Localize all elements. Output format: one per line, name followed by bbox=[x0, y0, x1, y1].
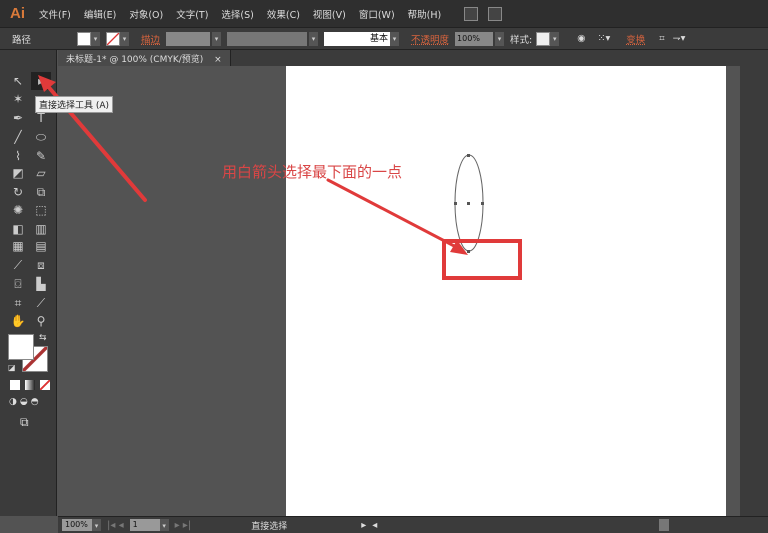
horizontal-scroll-thumb[interactable] bbox=[659, 519, 670, 531]
page-dropdown[interactable]: ▾ bbox=[159, 519, 169, 531]
zoom-field[interactable]: 100% bbox=[62, 519, 92, 531]
status-bar: 100% ▾ |◂ ◂ 1 ▾ ▸ ▸| 直接选择 ▸ ◂ bbox=[58, 516, 768, 533]
anchor-point-bottom[interactable] bbox=[467, 250, 470, 253]
first-prev-page-icons[interactable]: |◂ ◂ bbox=[107, 520, 124, 531]
annotation-overlay bbox=[38, 75, 522, 280]
tool-tooltip: 直接选择工具 (A) bbox=[35, 96, 114, 113]
anchor-point[interactable] bbox=[481, 202, 484, 205]
status-menu-icon[interactable]: ▸ bbox=[361, 520, 366, 531]
page-field[interactable]: 1 bbox=[129, 519, 160, 531]
anchor-point[interactable] bbox=[454, 202, 457, 205]
anchor-point[interactable] bbox=[467, 154, 470, 157]
arrow-head bbox=[38, 75, 56, 92]
scroll-left-icon[interactable]: ◂ bbox=[372, 520, 377, 531]
annotation-text: 用白箭头选择最下面的一点 bbox=[222, 163, 403, 181]
current-tool-status: 直接选择 bbox=[251, 521, 288, 532]
next-last-page-icons[interactable]: ▸ ▸| bbox=[175, 520, 192, 531]
center-point bbox=[467, 202, 470, 205]
arrow-to-point bbox=[326, 178, 460, 250]
zoom-dropdown[interactable]: ▾ bbox=[92, 519, 101, 531]
